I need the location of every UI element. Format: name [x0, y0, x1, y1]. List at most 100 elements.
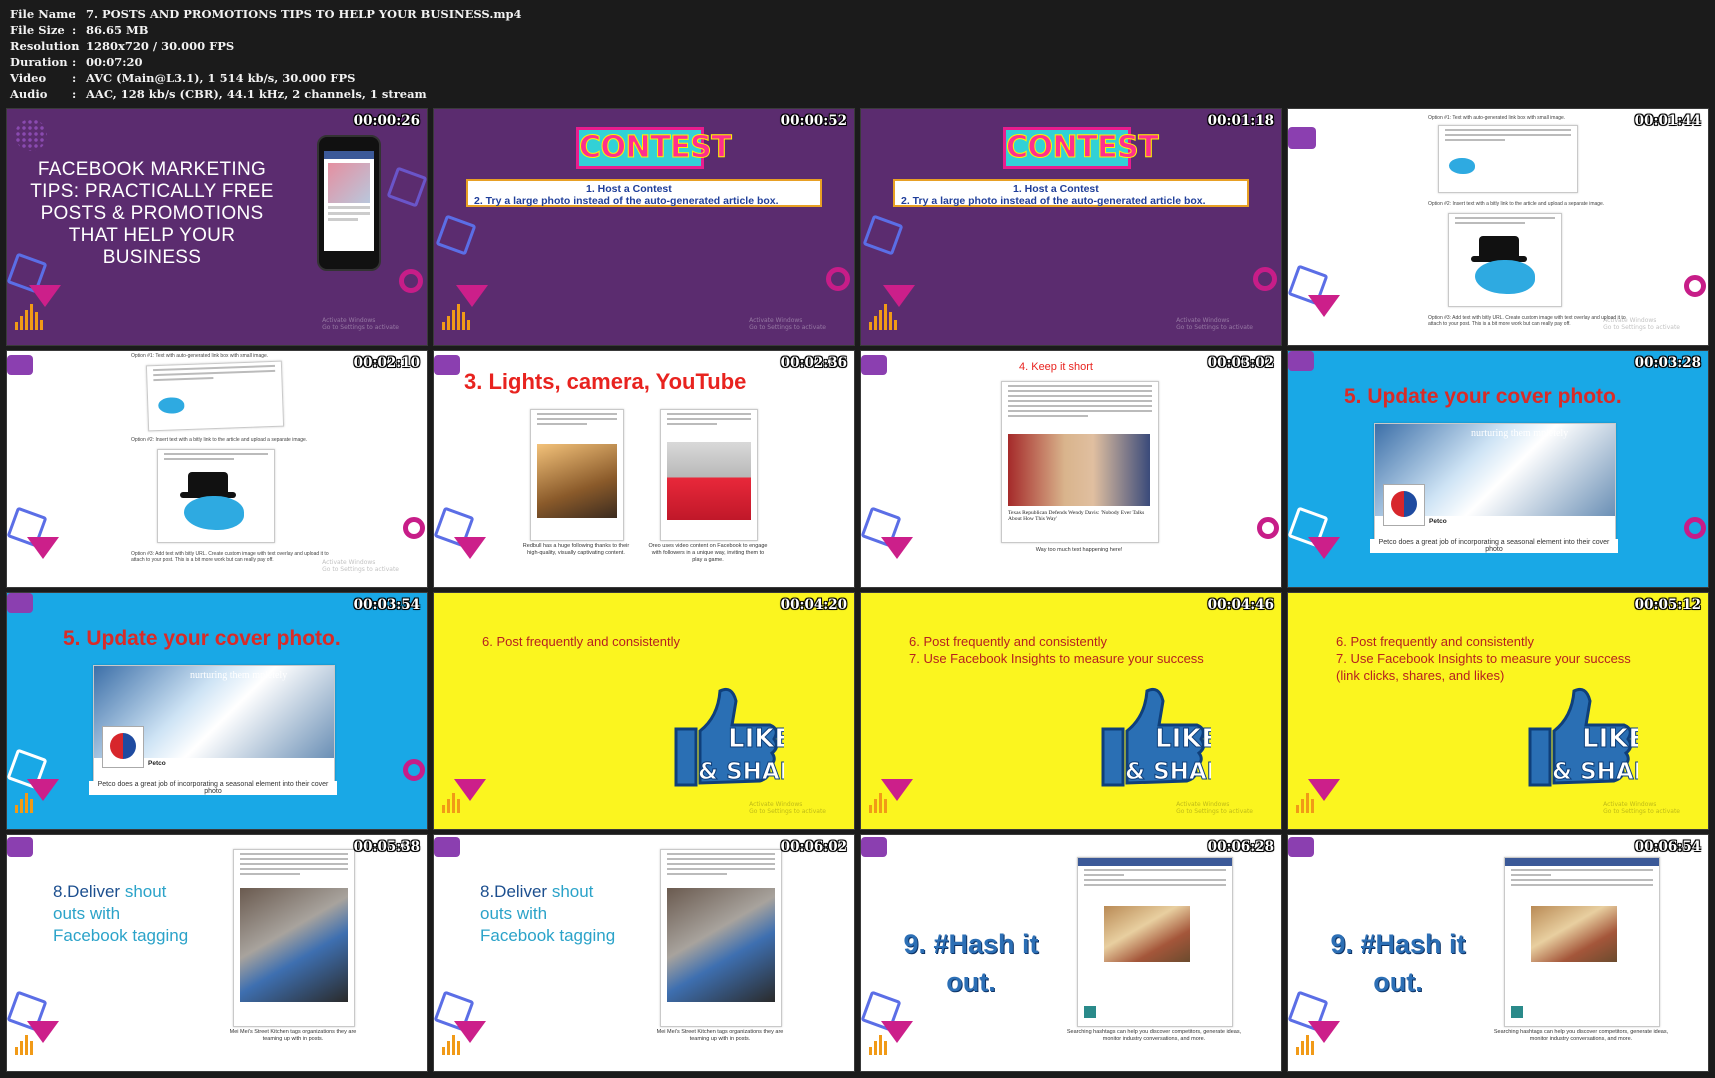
thumbnail-8[interactable]: 5. Update your cover photo. nurturing th…	[1287, 350, 1709, 588]
timestamp: 00:01:44	[1634, 113, 1701, 129]
tip-line: 6. Post frequently and consistently	[482, 634, 681, 649]
tips-list: 6. Post frequently and consistently	[482, 633, 680, 650]
caption: Searching hashtags can help you discover…	[1066, 1029, 1242, 1042]
post-card: Texas Republican Defends Wendy Davis: 'N…	[1001, 381, 1159, 543]
decoration	[15, 304, 43, 330]
petco-logo	[1383, 484, 1425, 526]
tip-line: 6. Post frequently and consistently	[909, 634, 1108, 649]
heading-part: 8.Deliver	[480, 882, 552, 901]
thumbnail-5[interactable]: Option #1: Text with auto-generated link…	[6, 350, 428, 588]
caption: Oreo uses video content on Facebook to e…	[648, 543, 768, 563]
tip-item: 1. Host a Contest	[1013, 183, 1099, 195]
slide-heading: 8.Deliver shout outs with Facebook taggi…	[480, 881, 640, 947]
tip-item: 2. Try a large photo instead of the auto…	[474, 195, 779, 207]
decoration	[881, 537, 913, 559]
thumbnail-6[interactable]: 3. Lights, camera, YouTube Redbull has a…	[433, 350, 855, 588]
tip-line: 6. Post frequently and consistently	[1336, 634, 1535, 649]
heading-part: shout	[551, 882, 594, 901]
heading-part: out.	[946, 967, 996, 997]
share-text: & SHARE	[698, 759, 784, 785]
thumbnail-11[interactable]: 6. Post frequently and consistently 7. U…	[860, 592, 1282, 830]
tip-line: 7. Use Facebook Insights to measure your…	[1336, 651, 1631, 666]
thumbnail-13[interactable]: 8.Deliver shout outs with Facebook taggi…	[6, 834, 428, 1072]
post-card	[157, 449, 275, 543]
meta-separator: :	[72, 55, 77, 69]
share-text: & SHARE	[1125, 759, 1211, 785]
post-card	[530, 409, 624, 541]
watermark: Activate Windows Go to Settings to activa…	[1603, 801, 1680, 815]
meta-separator: :	[72, 23, 77, 37]
decoration	[434, 837, 460, 857]
tip-item: 1. Host a Contest	[586, 183, 672, 195]
caption: Petco does a great job of incorporating …	[89, 781, 337, 795]
caption: Searching hashtags can help you discover…	[1493, 1029, 1669, 1042]
petco-logo	[102, 726, 144, 768]
decoration	[15, 793, 33, 813]
meta-value: 1280x720 / 30.000 FPS	[86, 39, 235, 53]
heading-part: shout	[124, 882, 167, 901]
watermark: Activate Windows Go to Settings to activa…	[322, 559, 399, 573]
thumbnail-2[interactable]: CONTEST 1. Host a Contest 2. Try a large…	[433, 108, 855, 346]
meta-row: Resolution:1280x720 / 30.000 FPS	[10, 38, 522, 54]
caption: Mei Mei's Street Kitchen tags organizati…	[229, 1029, 357, 1042]
timestamp: 00:03:02	[1207, 355, 1274, 371]
heading-part: Facebook tagging	[53, 926, 189, 945]
post-card	[233, 849, 355, 1027]
decoration	[7, 593, 33, 613]
hashtag-feed	[1504, 857, 1660, 1027]
thumbnail-14[interactable]: 8.Deliver shout outs with Facebook taggi…	[433, 834, 855, 1072]
timestamp: 00:05:38	[353, 839, 420, 855]
option-text: Option #3: Add text with bitly URL. Crea…	[131, 551, 329, 563]
thumbnail-4[interactable]: Option #1: Text with auto-generated link…	[1287, 108, 1709, 346]
brand-name: Petco	[148, 760, 166, 767]
thumbs-up-icon: LIKE & SHARE	[1528, 687, 1638, 787]
decoration	[1684, 275, 1706, 297]
decoration	[869, 1035, 887, 1055]
thumbnail-1[interactable]: FACEBOOK MARKETING TIPS: PRACTICALLY FRE…	[6, 108, 428, 346]
thumbnail-10[interactable]: 6. Post frequently and consistently LIKE…	[433, 592, 855, 830]
post-card	[660, 409, 758, 541]
thumbnail-3[interactable]: CONTEST 1. Host a Contest 2. Try a large…	[860, 108, 1282, 346]
meta-separator: :	[72, 87, 77, 101]
meta-key: File Name	[10, 7, 76, 21]
timestamp: 00:06:28	[1207, 839, 1274, 855]
timestamp: 00:00:26	[353, 113, 420, 129]
decoration	[27, 537, 59, 559]
thumbs-up-icon: LIKE & SHARE	[1101, 687, 1211, 787]
thumbnail-7[interactable]: 4. Keep it short Texas Republican Defend…	[860, 350, 1282, 588]
timestamp: 00:02:10	[353, 355, 420, 371]
heading-part: 8.Deliver	[53, 882, 125, 901]
cover-photo-card: nurturing them mpletely Petco	[1374, 423, 1616, 541]
tip-item: 2. Try a large photo instead of the auto…	[901, 195, 1206, 207]
decoration	[1296, 793, 1314, 813]
decoration	[7, 355, 33, 375]
meta-value: AAC, 128 kb/s (CBR), 44.1 kHz, 2 channel…	[86, 87, 427, 101]
watermark: Activate Windows Go to Settings to activa…	[749, 317, 826, 331]
thumbnail-15[interactable]: 9. #Hash it out. Searching hashtags can …	[860, 834, 1282, 1072]
cover-photo-card: nurturing them mpletely Petco	[93, 665, 335, 783]
timestamp: 00:03:28	[1634, 355, 1701, 371]
decoration	[15, 1035, 33, 1055]
tips-box: 1. Host a Contest 2. Try a large photo i…	[893, 179, 1249, 207]
meta-value: 7. POSTS AND PROMOTIONS TIPS TO HELP YOU…	[86, 7, 522, 21]
cover-text: nurturing them mpletely	[190, 670, 288, 681]
brand-name: Petco	[1429, 518, 1447, 525]
meta-key: File Size	[10, 23, 65, 37]
meta-row: Video: AVC (Main@L3.1), 1 514 kb/s, 30.00…	[10, 70, 522, 86]
heading-part: out.	[1373, 967, 1423, 997]
slide-heading: 5. Update your cover photo.	[63, 627, 341, 650]
decoration	[386, 166, 427, 208]
meta-key: Resolution	[10, 39, 80, 53]
watermark: Activate Windows Go to Settings to activa…	[1176, 801, 1253, 815]
cover-text: nurturing them mpletely	[1471, 428, 1569, 439]
thumbnail-16[interactable]: 9. #Hash it out. Searching hashtags can …	[1287, 834, 1709, 1072]
decoration	[1296, 1035, 1314, 1055]
caption: Mei Mei's Street Kitchen tags organizati…	[656, 1029, 784, 1042]
slide-heading: 4. Keep it short	[1019, 361, 1093, 373]
thumbnail-12[interactable]: 6. Post frequently and consistently 7. U…	[1287, 592, 1709, 830]
decoration	[15, 119, 47, 151]
thumbnail-grid: FACEBOOK MARKETING TIPS: PRACTICALLY FRE…	[6, 108, 1709, 1074]
thumbnail-9[interactable]: 5. Update your cover photo. nurturing th…	[6, 592, 428, 830]
meta-row: File Name:7. POSTS AND PROMOTIONS TIPS T…	[10, 6, 522, 22]
timestamp: 00:03:54	[353, 597, 420, 613]
